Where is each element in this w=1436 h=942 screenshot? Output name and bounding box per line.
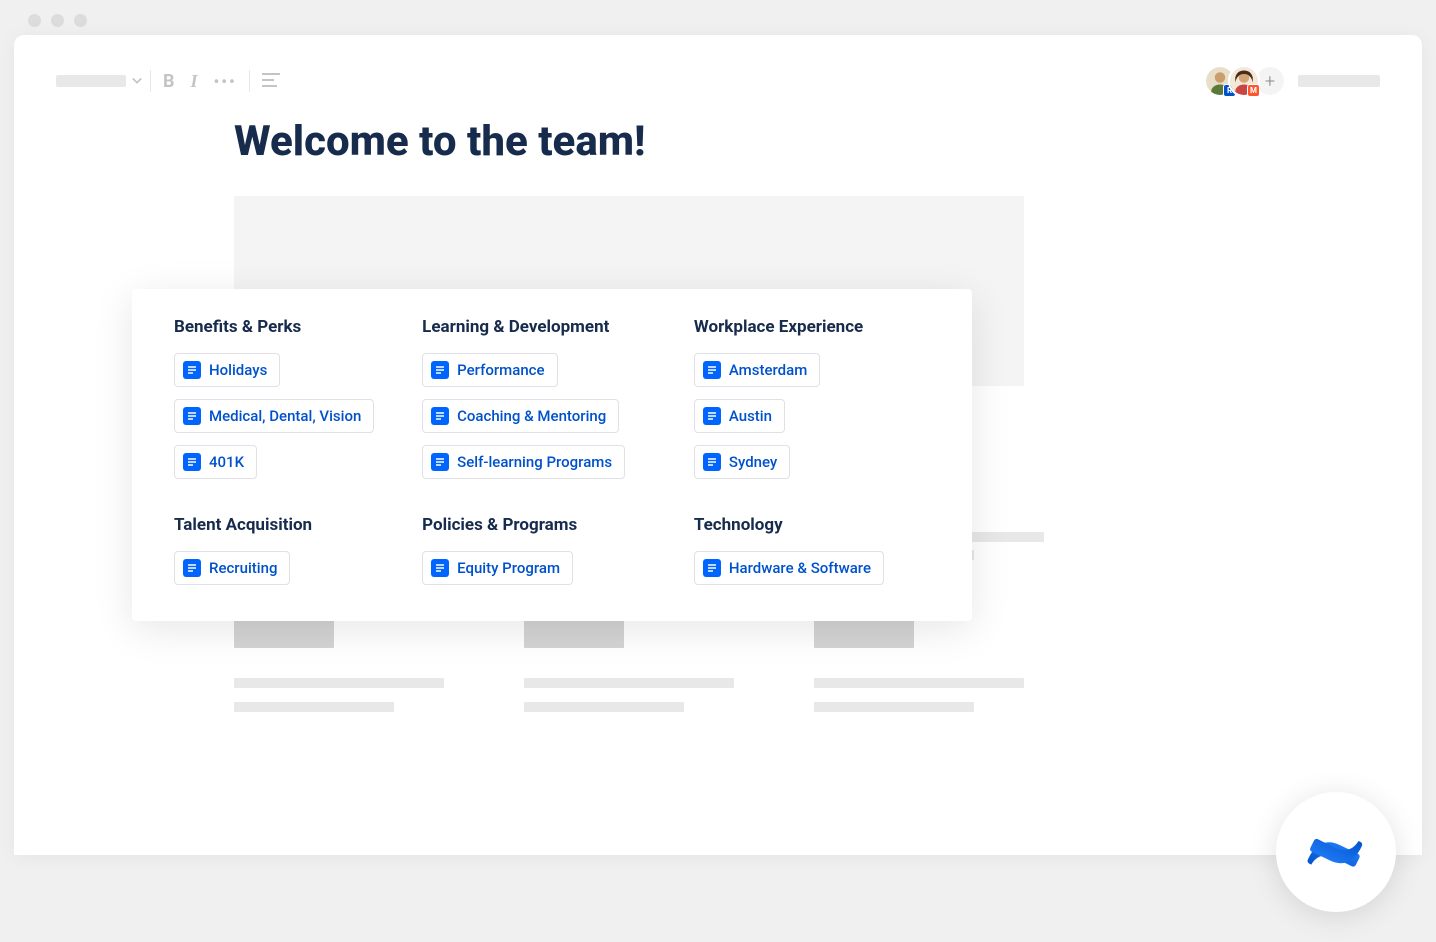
doc-link-chip[interactable]: Amsterdam	[694, 353, 820, 387]
doc-link-label: Equity Program	[457, 559, 560, 577]
section-heading: Policies & Programs	[422, 515, 577, 535]
doc-link-label: Holidays	[209, 361, 267, 379]
doc-link-chip[interactable]: 401K	[174, 445, 257, 479]
card-section: Benefits & Perks Holidays Medical, Dental,…	[174, 317, 410, 479]
doc-link-chip[interactable]: Medical, Dental, Vision	[174, 399, 374, 433]
page-icon	[431, 407, 449, 425]
bold-button[interactable]: B	[159, 71, 179, 92]
toolbar: B I ••• R	[14, 35, 1422, 117]
doc-link-chip[interactable]: Sydney	[694, 445, 790, 479]
collaborator-avatars: R M +	[1204, 65, 1284, 97]
style-select-placeholder	[56, 75, 126, 87]
placeholder-line	[234, 702, 394, 712]
doc-link-chip[interactable]: Self-learning Programs	[422, 445, 625, 479]
traffic-light-maximize[interactable]	[74, 14, 87, 27]
doc-link-chip[interactable]: Holidays	[174, 353, 280, 387]
placeholder-line	[524, 678, 734, 688]
more-formatting-button[interactable]: •••	[210, 72, 241, 91]
page-icon	[703, 559, 721, 577]
card-section: Technology Hardware & Software	[694, 515, 930, 585]
page-icon	[183, 361, 201, 379]
app-window: B I ••• R	[14, 35, 1422, 855]
avatar[interactable]: M	[1228, 65, 1260, 97]
doc-link-label: Amsterdam	[729, 361, 807, 379]
doc-link-chip[interactable]: Austin	[694, 399, 785, 433]
placeholder-line	[814, 678, 1024, 688]
card-section: Talent Acquisition Recruiting	[174, 515, 410, 585]
page-icon	[703, 407, 721, 425]
toolbar-right: R M +	[1204, 65, 1380, 97]
doc-link-label: Hardware & Software	[729, 559, 871, 577]
doc-link-chip[interactable]: Performance	[422, 353, 557, 387]
doc-link-label: Performance	[457, 361, 544, 379]
placeholder-line	[234, 678, 444, 688]
page-icon	[431, 361, 449, 379]
doc-link-label: Medical, Dental, Vision	[209, 407, 361, 425]
doc-link-chip[interactable]: Hardware & Software	[694, 551, 884, 585]
card-section: Workplace Experience Amsterdam Austin Sydne…	[694, 317, 930, 479]
traffic-lights	[28, 14, 1408, 35]
toolbar-divider	[249, 70, 250, 92]
traffic-light-minimize[interactable]	[51, 14, 64, 27]
confluence-badge[interactable]	[1276, 792, 1396, 912]
doc-link-label: Sydney	[729, 453, 777, 471]
traffic-light-close[interactable]	[28, 14, 41, 27]
page-icon	[703, 453, 721, 471]
section-heading: Talent Acquisition	[174, 515, 312, 535]
card-section: Learning & Development Performance Coachin…	[422, 317, 682, 479]
avatar-badge: M	[1247, 84, 1260, 97]
doc-link-label: Self-learning Programs	[457, 453, 612, 471]
doc-link-chip[interactable]: Equity Program	[422, 551, 573, 585]
smart-links-card: Benefits & Perks Holidays Medical, Dental,…	[132, 289, 972, 621]
card-section: Policies & Programs Equity Program	[422, 515, 682, 585]
doc-link-chip[interactable]: Coaching & Mentoring	[422, 399, 619, 433]
section-heading: Workplace Experience	[694, 317, 863, 337]
doc-link-label: Recruiting	[209, 559, 277, 577]
text-style-select[interactable]	[56, 75, 142, 87]
section-heading: Learning & Development	[422, 317, 609, 337]
page-icon	[183, 453, 201, 471]
align-button[interactable]	[258, 71, 284, 92]
doc-link-chip[interactable]: Recruiting	[174, 551, 290, 585]
browser-chrome	[0, 0, 1436, 35]
section-heading: Technology	[694, 515, 783, 535]
toolbar-action-placeholder	[1298, 75, 1380, 87]
placeholder-line	[814, 702, 974, 712]
doc-link-label: 401K	[209, 453, 244, 471]
section-heading: Benefits & Perks	[174, 317, 301, 337]
chevron-down-icon	[132, 76, 142, 86]
page-icon	[431, 559, 449, 577]
italic-button[interactable]: I	[187, 71, 202, 92]
placeholder-line	[524, 702, 684, 712]
align-left-icon	[262, 73, 280, 87]
page-icon	[183, 407, 201, 425]
page-title: Welcome to the team!	[234, 117, 1202, 166]
confluence-logo-icon	[1306, 822, 1366, 882]
doc-link-label: Coaching & Mentoring	[457, 407, 606, 425]
add-collaborator-button[interactable]: +	[1256, 67, 1284, 95]
doc-link-label: Austin	[729, 407, 772, 425]
toolbar-divider	[150, 70, 151, 92]
toolbar-left: B I •••	[56, 70, 284, 92]
page-icon	[703, 361, 721, 379]
card-grid: Benefits & Perks Holidays Medical, Dental,…	[174, 317, 930, 585]
page-icon	[183, 559, 201, 577]
page-icon	[431, 453, 449, 471]
